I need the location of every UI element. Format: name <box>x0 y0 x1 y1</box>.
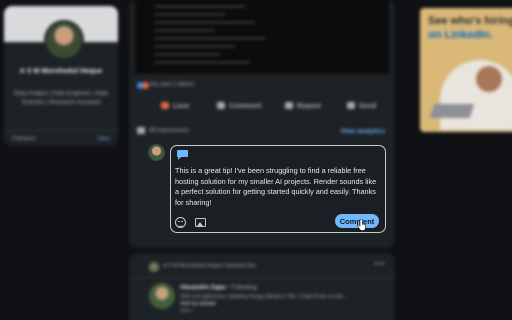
repost-line: A S M Morshedul Hoque reposted this <box>163 263 256 269</box>
reaction-icons <box>137 82 149 89</box>
reactions-count[interactable]: You and 2 others <box>149 82 194 88</box>
love-icon <box>161 102 169 109</box>
ad-laptop-illustration <box>429 104 475 118</box>
profile-footer-left[interactable]: Followers <box>12 136 36 142</box>
profile-divider <box>4 130 118 131</box>
post-divider <box>129 277 395 278</box>
hand-cursor-icon <box>357 219 366 231</box>
love-button[interactable]: Love <box>161 102 189 110</box>
comment-editor[interactable]: This is a great tip! I've been strugglin… <box>170 145 386 233</box>
post-timestamp: 1mo • <box>180 308 193 314</box>
post-actions: Love Comment Repost Send <box>129 98 395 118</box>
repost-icon <box>285 102 293 109</box>
ad-person-head <box>476 66 502 92</box>
profile-name[interactable]: A S M Morshedul Hoque <box>4 66 118 76</box>
comment-input[interactable]: This is a great tip! I've been strugglin… <box>175 166 381 208</box>
author-headline: SDE & AI @Amazon | Building Hungry Minds… <box>180 294 347 300</box>
image-icon[interactable] <box>195 218 206 227</box>
author-website-link[interactable]: Visit my website <box>180 301 216 307</box>
author-name-line[interactable]: Alexandre Zajac • Following <box>180 285 257 291</box>
ad-title: See who's hiring on LinkedIn. <box>428 15 512 41</box>
profile-headline: Data Analyst | Data Engineer | Data Scie… <box>13 91 109 106</box>
author-avatar[interactable] <box>149 283 175 309</box>
send-button[interactable]: Send <box>347 102 376 110</box>
view-analytics-link[interactable]: View analytics <box>341 128 385 135</box>
repost-avatar[interactable] <box>149 262 159 272</box>
comment-icon <box>217 102 225 109</box>
comment-button[interactable]: Comment <box>217 102 261 110</box>
chat-bubble-icon <box>177 150 188 160</box>
repost-button[interactable]: Repost <box>285 102 321 110</box>
emoji-icon[interactable] <box>175 217 186 228</box>
bar-chart-icon <box>137 127 145 134</box>
ad-person-illustration <box>440 60 512 130</box>
composer-avatar <box>148 144 165 161</box>
send-icon <box>347 102 355 109</box>
more-options-icon[interactable]: ••• <box>375 261 385 268</box>
profile-footer-right[interactable]: Likes <box>97 136 110 142</box>
hiring-ad[interactable]: See who's hiring on LinkedIn. <box>420 8 512 132</box>
impressions-count[interactable]: 68 impressions <box>149 128 189 134</box>
post-image-terminal[interactable] <box>135 0 389 74</box>
profile-avatar[interactable] <box>44 20 84 60</box>
profile-card[interactable]: A S M Morshedul Hoque Data Analyst | Dat… <box>4 6 118 146</box>
feed-post-next: A S M Morshedul Hoque reposted this ••• … <box>129 253 395 320</box>
